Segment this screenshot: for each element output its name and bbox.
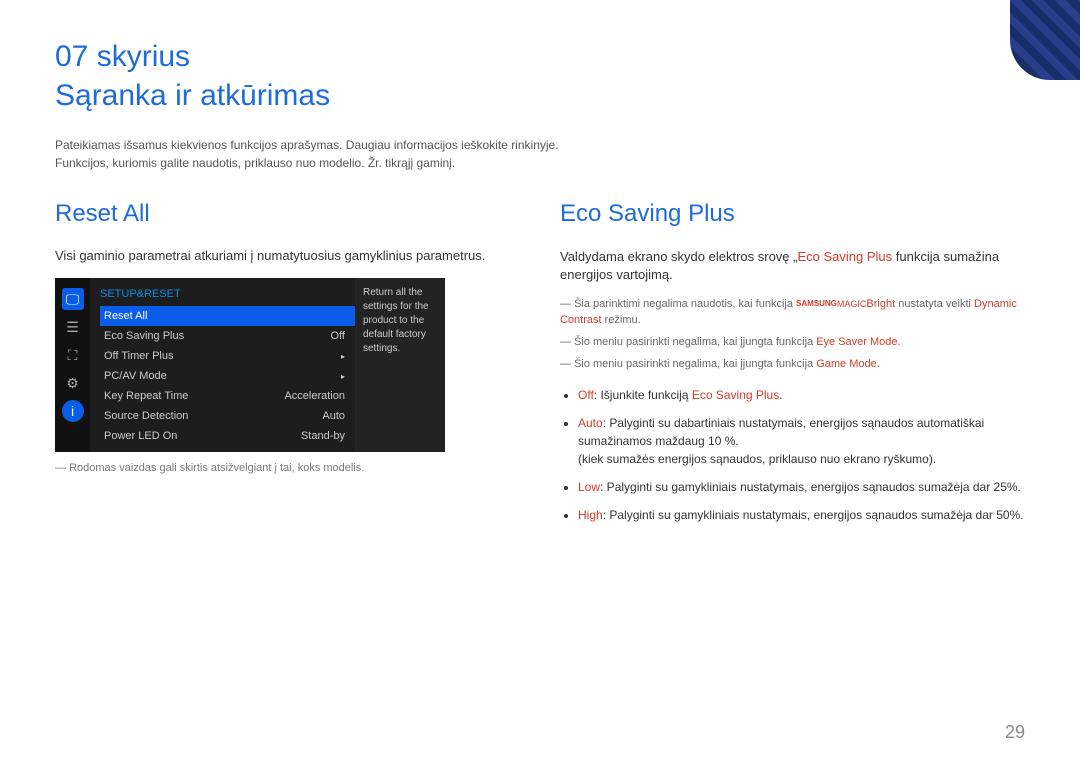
page-number: 29 [1005, 722, 1025, 743]
osd-row-eco: Eco Saving PlusOff [100, 326, 355, 346]
osd-row-powerled: Power LED OnStand-by [100, 426, 355, 446]
page-title: Sąranka ir atkūrimas [55, 79, 1025, 113]
reset-footnote: Rodomas vaizdas gali skirtis atsižvelgia… [55, 462, 520, 474]
osd-row-reset-all: Reset All [100, 306, 355, 326]
osd-row-source: Source DetectionAuto [100, 406, 355, 426]
corner-decoration [1010, 0, 1080, 80]
bullet-off: Off: Išjunkite funkciją Eco Saving Plus. [578, 386, 1025, 404]
resize-icon: ⛶ [62, 344, 84, 366]
osd-menu-list: SETUP&RESET Reset All Eco Saving PlusOff… [90, 278, 355, 452]
eco-note-2: Šio meniu pasirinkti negalima, kai įjung… [560, 334, 1025, 350]
reset-heading: Reset All [55, 200, 520, 228]
osd-help-text: Return all the settings for the product … [355, 278, 445, 452]
eco-heading: Eco Saving Plus [560, 200, 1025, 228]
eco-bullet-list: Off: Išjunkite funkciją Eco Saving Plus.… [560, 386, 1025, 524]
intro-line-1: Pateikiamas išsamus kiekvienos funkcijos… [55, 138, 1025, 152]
chapter-label: 07 skyrius [55, 40, 1025, 74]
osd-row-offtimer: Off Timer Plus▸ [100, 346, 355, 366]
bullet-auto: Auto: Palyginti su dabartiniais nustatym… [578, 414, 1025, 468]
reset-desc: Visi gaminio parametrai atkuriami į numa… [55, 248, 520, 263]
bullet-high: High: Palyginti su gamykliniais nustatym… [578, 506, 1025, 524]
bullet-low: Low: Palyginti su gamykliniais nustatyma… [578, 478, 1025, 496]
intro-line-2: Funkcijos, kuriomis galite naudotis, pri… [55, 156, 1025, 170]
osd-row-pcav: PC/AV Mode▸ [100, 366, 355, 386]
osd-menu-screenshot: 🖵 ☰ ⛶ ⚙ i SETUP&RESET Reset All Eco Savi… [55, 278, 445, 452]
list-icon: ☰ [62, 316, 84, 338]
eco-desc: Valdydama ekrano skydo elektros srovę „E… [560, 248, 1025, 284]
reset-all-column: Reset All Visi gaminio parametrai atkuri… [55, 200, 520, 534]
monitor-icon: 🖵 [62, 288, 84, 310]
eco-saving-column: Eco Saving Plus Valdydama ekrano skydo e… [560, 200, 1025, 534]
eco-note-1: Šia parinktimi negalima naudotis, kai fu… [560, 296, 1025, 328]
eco-note-3: Šio meniu pasirinkti negalima, kai įjung… [560, 356, 1025, 372]
osd-icon-strip: 🖵 ☰ ⛶ ⚙ i [55, 278, 90, 452]
osd-menu-header: SETUP&RESET [100, 284, 355, 306]
gear-icon: ⚙ [62, 372, 84, 394]
osd-row-keyrepeat: Key Repeat TimeAcceleration [100, 386, 355, 406]
info-icon: i [62, 400, 84, 422]
